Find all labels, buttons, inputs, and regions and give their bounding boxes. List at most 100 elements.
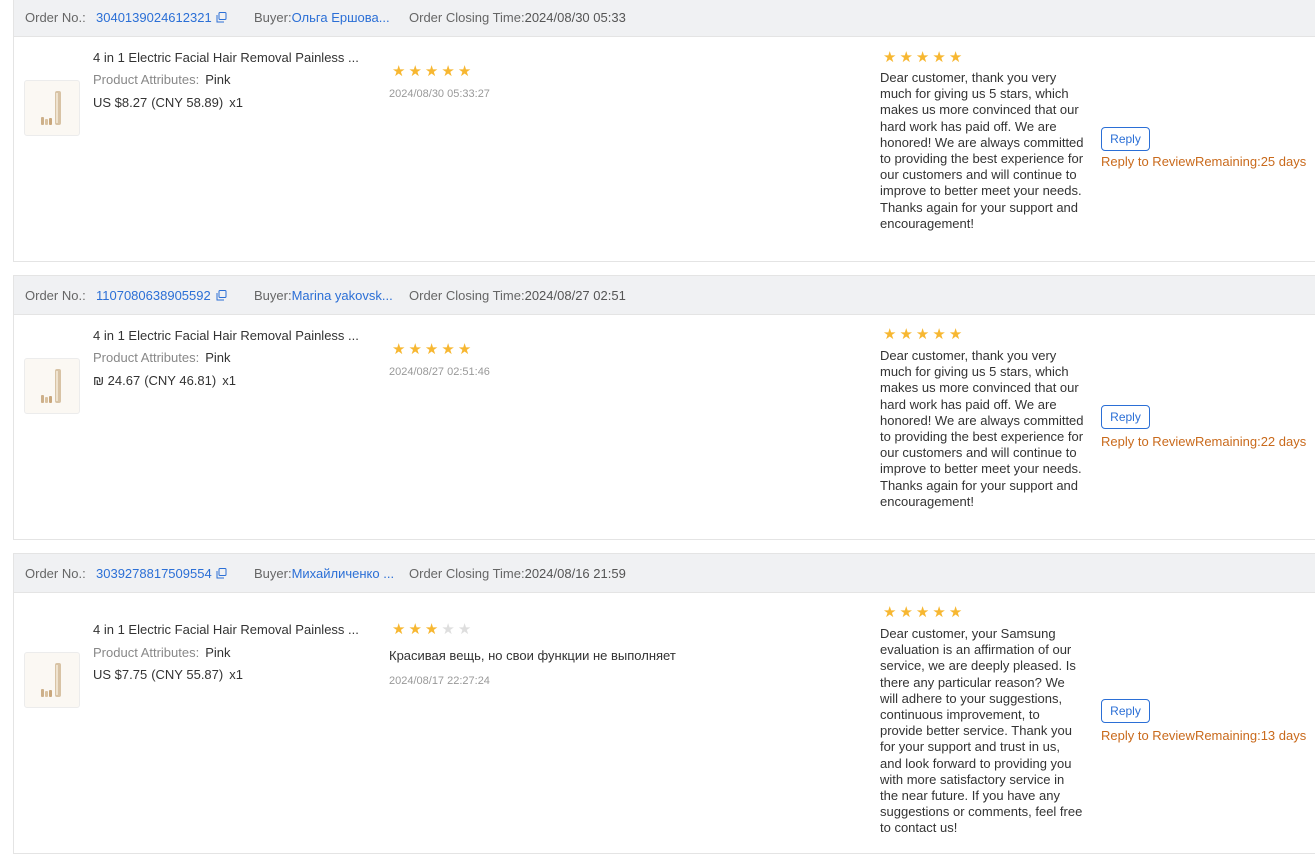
product-price: ₪ 24.67 (CNY 46.81) x1: [93, 373, 236, 388]
review-rating-stars: ★ ★ ★ ★ ★: [392, 622, 471, 637]
reply-to-review-label: Reply to Review: [1101, 434, 1195, 449]
product-attributes-label: Product Attributes:: [93, 350, 200, 365]
reply-rating-star-icon: ★: [899, 604, 913, 621]
product-price: US $7.75 (CNY 55.87) x1: [93, 667, 243, 682]
review-rating-star-icon: ★: [457, 341, 472, 358]
review-rating-star-icon: ★: [441, 63, 455, 80]
buyer-name-link[interactable]: Marina yakovsk...: [292, 288, 393, 303]
order-card: Order No.: 3040139024612321 Buyer:Ольга Ер…: [13, 0, 1315, 262]
reply-rating-star-icon: ★: [915, 49, 930, 66]
reply-remaining-time: Reply to ReviewRemaining:13 days: [1101, 728, 1306, 743]
buyer-name-link[interactable]: Михайличенко ...: [292, 566, 394, 581]
review-rating-star-icon: ★: [424, 621, 439, 638]
order-no-label: Order No.:: [25, 10, 86, 25]
quantity: x1: [222, 373, 236, 388]
product-attributes: Product Attributes: Pink: [93, 645, 231, 660]
price-value: US $8.27: [93, 95, 148, 110]
seller-reply-text: Dear customer, thank you very much for g…: [880, 70, 1084, 231]
review-rating-star-icon: ★: [424, 63, 439, 80]
price-cny: (CNY 46.81): [144, 373, 217, 388]
product-attributes-value: Pink: [205, 72, 231, 87]
order-header: Order No.: 3040139024612321 Buyer:Ольга Ер…: [14, 0, 1315, 37]
review-rating-star-icon: ★: [457, 63, 472, 80]
buyer-label: Buyer:: [254, 566, 292, 581]
review-rating-stars: ★ ★ ★ ★ ★: [392, 64, 471, 79]
review-rating-star-icon: ★: [408, 621, 422, 638]
product-title-link[interactable]: 4 in 1 Electric Facial Hair Removal Pain…: [93, 50, 359, 65]
product-title-link[interactable]: 4 in 1 Electric Facial Hair Removal Pain…: [93, 622, 359, 637]
quantity: x1: [229, 667, 243, 682]
reply-remaining-time: Reply to ReviewRemaining:25 days: [1101, 154, 1306, 169]
review-text: Красивая вещь, но свои функции не выполн…: [389, 648, 676, 663]
reply-rating-star-icon: ★: [899, 49, 913, 66]
order-body: 4 in 1 Electric Facial Hair Removal Pain…: [14, 37, 1315, 261]
buyer-field: Buyer:Михайличенко ...: [254, 566, 394, 581]
review-date: 2024/08/17 22:27:24: [389, 675, 490, 687]
order-number-link[interactable]: 3040139024612321: [96, 10, 212, 25]
buyer-field: Buyer:Ольга Ершова...: [254, 10, 390, 25]
review-date: 2024/08/30 05:33:27: [389, 88, 490, 100]
review-rating-star-icon: ★: [392, 341, 406, 358]
order-body: 4 in 1 Electric Facial Hair Removal Pain…: [14, 593, 1315, 853]
price-value: ₪ 24.67: [93, 373, 141, 388]
closing-time-field: Order Closing Time:2024/08/30 05:33: [409, 10, 626, 25]
reply-rating-star-icon: ★: [948, 326, 963, 343]
reply-rating-stars: ★ ★ ★ ★ ★: [883, 327, 962, 342]
review-rating-star-icon: ★: [441, 621, 455, 638]
copy-icon[interactable]: [216, 11, 227, 23]
review-rating-star-icon: ★: [457, 621, 472, 638]
buyer-label: Buyer:: [254, 288, 292, 303]
closing-time-label: Order Closing Time:: [409, 566, 525, 581]
quantity: x1: [229, 95, 243, 110]
reply-rating-star-icon: ★: [899, 326, 913, 343]
price-value: US $7.75: [93, 667, 148, 682]
closing-time-label: Order Closing Time:: [409, 288, 525, 303]
product-thumbnail[interactable]: [24, 652, 80, 708]
order-no-label: Order No.:: [25, 288, 86, 303]
reply-rating-star-icon: ★: [883, 604, 897, 621]
buyer-field: Buyer:Marina yakovsk...: [254, 288, 393, 303]
review-rating-star-icon: ★: [392, 621, 406, 638]
order-body: 4 in 1 Electric Facial Hair Removal Pain…: [14, 315, 1315, 539]
remaining-days: Remaining:22 days: [1194, 434, 1307, 449]
reply-rating-star-icon: ★: [948, 604, 963, 621]
product-thumbnail[interactable]: [24, 358, 80, 414]
remaining-days: Remaining:25 days: [1194, 154, 1307, 169]
reply-rating-star-icon: ★: [932, 49, 946, 66]
reply-button[interactable]: Reply: [1101, 699, 1150, 723]
reply-to-review-label: Reply to Review: [1101, 728, 1195, 743]
copy-icon[interactable]: [216, 567, 227, 579]
product-attributes-value: Pink: [205, 350, 231, 365]
product-attributes-value: Pink: [205, 645, 231, 660]
reply-rating-star-icon: ★: [932, 326, 946, 343]
copy-icon[interactable]: [216, 289, 227, 301]
order-number-link[interactable]: 1107080638905592: [96, 288, 211, 303]
product-attributes-label: Product Attributes:: [93, 645, 200, 660]
product-price: US $8.27 (CNY 58.89) x1: [93, 95, 243, 110]
product-attributes: Product Attributes: Pink: [93, 72, 231, 87]
review-rating-star-icon: ★: [408, 341, 422, 358]
closing-time-label: Order Closing Time:: [409, 10, 525, 25]
closing-time-value: 2024/08/30 05:33: [524, 10, 626, 25]
reply-button[interactable]: Reply: [1101, 127, 1150, 151]
order-review-list: Order No.: 3040139024612321 Buyer:Ольга Ер…: [0, 0, 1315, 854]
seller-reply-text: Dear customer, thank you very much for g…: [880, 348, 1084, 509]
order-number-link[interactable]: 3039278817509554: [96, 566, 212, 581]
reply-remaining-time: Reply to ReviewRemaining:22 days: [1101, 434, 1306, 449]
reply-rating-star-icon: ★: [883, 49, 897, 66]
order-no-label: Order No.:: [25, 566, 86, 581]
product-attributes-label: Product Attributes:: [93, 72, 200, 87]
product-attributes: Product Attributes: Pink: [93, 350, 231, 365]
review-rating-star-icon: ★: [408, 63, 422, 80]
seller-reply-text: Dear customer, your Samsung evaluation i…: [880, 626, 1083, 836]
product-thumbnail[interactable]: [24, 80, 80, 136]
reply-button[interactable]: Reply: [1101, 405, 1150, 429]
reply-rating-star-icon: ★: [915, 604, 930, 621]
reply-rating-star-icon: ★: [883, 326, 897, 343]
order-header: Order No.: 1107080638905592 Buyer:Marina y…: [14, 276, 1315, 315]
buyer-name-link[interactable]: Ольга Ершова...: [292, 10, 390, 25]
reply-rating-star-icon: ★: [915, 326, 930, 343]
closing-time-value: 2024/08/27 02:51: [524, 288, 626, 303]
product-title-link[interactable]: 4 in 1 Electric Facial Hair Removal Pain…: [93, 328, 359, 343]
reply-rating-stars: ★ ★ ★ ★ ★: [883, 50, 962, 65]
